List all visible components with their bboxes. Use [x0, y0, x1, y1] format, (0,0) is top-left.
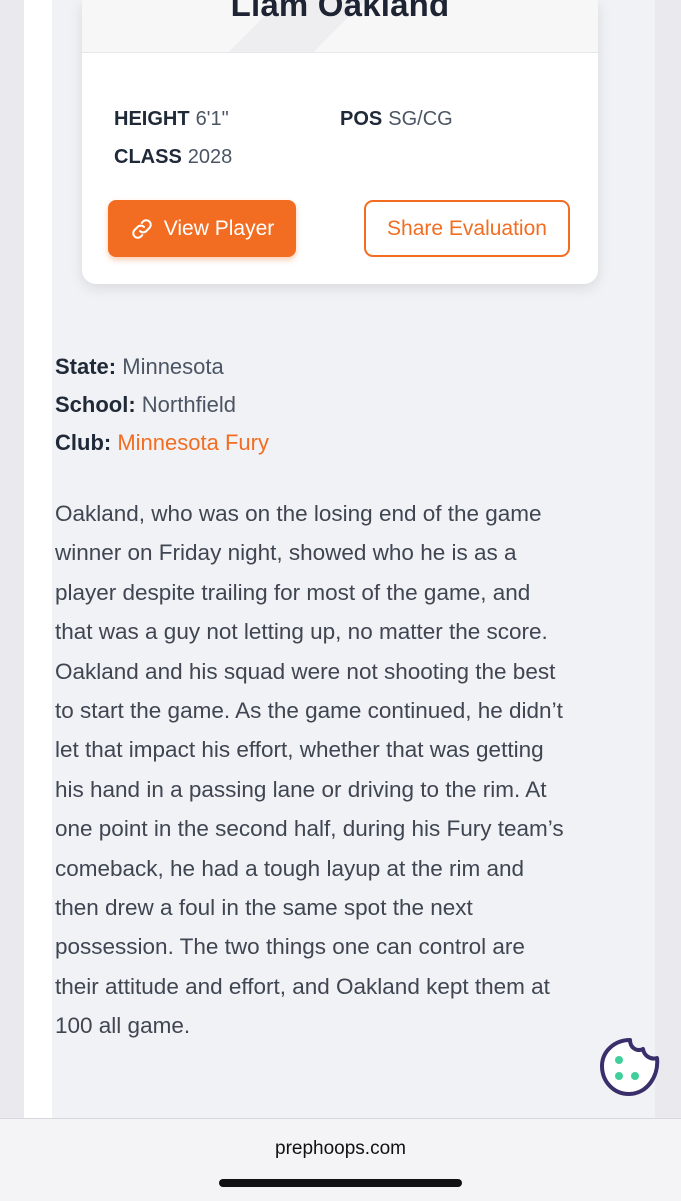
cookie-icon	[600, 1038, 660, 1096]
evaluation-text: Oakland, who was on the losing end of th…	[55, 501, 564, 1039]
class-label: CLASS	[114, 146, 182, 168]
school-value: Northfield	[141, 392, 236, 417]
player-card: Liam Oakland HEIGHT 6'1" POS SG/CG CLASS 20…	[82, 0, 598, 284]
height-label: HEIGHT	[114, 108, 190, 130]
share-evaluation-button[interactable]: Share Evaluation	[364, 200, 570, 257]
height-value: 6'1"	[195, 108, 229, 130]
class-value: 2028	[187, 146, 233, 168]
home-indicator[interactable]	[219, 1179, 462, 1187]
state-row: State: Minnesota	[55, 354, 224, 380]
share-evaluation-label: Share Evaluation	[387, 216, 547, 240]
school-row: School: Northfield	[55, 392, 236, 418]
view-player-label: View Player	[163, 216, 275, 240]
browser-url[interactable]: prephoops.com	[0, 1138, 681, 1160]
class-stat: CLASS 2028	[114, 146, 232, 169]
position-label: POS	[340, 108, 383, 130]
state-label: State:	[55, 354, 117, 379]
view-player-button[interactable]: View Player	[108, 200, 296, 257]
club-label: Club:	[55, 430, 112, 455]
position-value: SG/CG	[388, 108, 453, 130]
player-name: Liam Oakland	[230, 0, 450, 23]
position-stat: POS SG/CG	[340, 108, 453, 131]
school-label: School:	[55, 392, 136, 417]
cookie-settings-button[interactable]	[597, 1034, 663, 1100]
height-stat: HEIGHT 6'1"	[114, 108, 229, 131]
card-banner: Liam Oakland	[82, 0, 598, 53]
club-row: Club: Minnesota Fury	[55, 430, 269, 456]
state-value: Minnesota	[122, 354, 224, 379]
link-icon	[132, 218, 152, 239]
club-link[interactable]: Minnesota Fury	[117, 430, 269, 455]
